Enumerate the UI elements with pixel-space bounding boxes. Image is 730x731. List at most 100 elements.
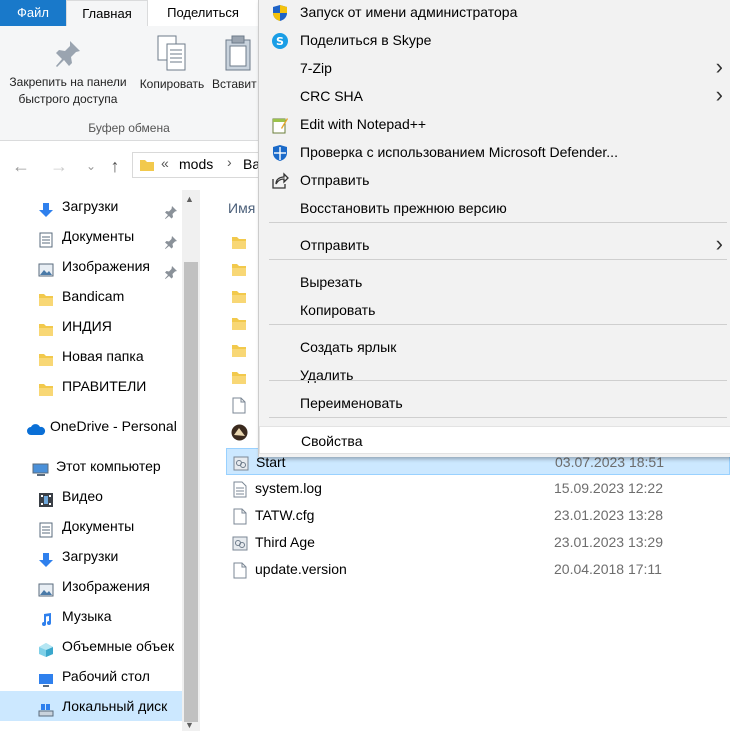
recent-locations-button[interactable]: ⌄ xyxy=(78,150,104,182)
arrow-right-icon: → xyxy=(50,156,68,176)
sidebar-item-quick-5[interactable]: Новая папка xyxy=(38,341,182,371)
context-menu-separator xyxy=(269,417,727,418)
context-menu-item[interactable]: Вырезать xyxy=(259,268,730,296)
context-menu-item[interactable]: Проверка с использованием Microsoft Defe… xyxy=(259,138,730,166)
sidebar-item-label: Загрузки xyxy=(62,548,119,564)
breadcrumb-separator-icon[interactable]: › xyxy=(227,154,232,170)
file-row[interactable]: TATW.cfg 23.01.2023 13:28 xyxy=(226,502,730,529)
address-segment-mods[interactable]: mods xyxy=(179,156,213,172)
context-menu-item[interactable]: Отправить xyxy=(259,166,730,194)
sidebar-item-this-pc[interactable]: Этот компьютер xyxy=(32,451,182,481)
file-name: system.log xyxy=(255,480,322,496)
sidebar-item-label: OneDrive - Personal xyxy=(50,418,177,434)
address-overflow[interactable]: « xyxy=(161,155,169,171)
up-button[interactable]: ↑ xyxy=(102,150,128,182)
folder-icon xyxy=(231,370,247,391)
ribbon: Закрепить на панели быстрого доступа Коп… xyxy=(0,26,258,141)
context-menu-item[interactable]: Копировать xyxy=(259,296,730,324)
context-menu-item-label: Поделиться в Skype xyxy=(300,32,432,48)
sidebar-item-quick-1[interactable]: Документы xyxy=(38,221,182,251)
copy-button[interactable]: Копировать xyxy=(134,34,210,93)
context-menu-item[interactable]: Запуск от имени администратора xyxy=(259,0,730,26)
context-menu-item[interactable]: S Поделиться в Skype xyxy=(259,26,730,54)
sidebar-item-pc-4[interactable]: Музыка xyxy=(38,601,182,631)
folder-icon xyxy=(38,288,54,306)
arrow-up-icon: ↑ xyxy=(110,156,120,176)
sidebar-item-label: Музыка xyxy=(62,608,112,624)
sidebar-item-label: Видео xyxy=(62,488,103,504)
sidebar-item-pc-6[interactable]: Рабочий стол xyxy=(38,661,182,691)
context-menu-item-label: Проверка с использованием Microsoft Defe… xyxy=(300,144,618,160)
context-menu-item[interactable]: Создать ярлык xyxy=(259,333,730,361)
file-row[interactable]: update.version 20.04.2018 17:11 xyxy=(226,556,730,583)
sidebar-item-quick-0[interactable]: Загрузки xyxy=(38,191,182,221)
context-menu-item[interactable]: Удалить xyxy=(259,361,730,389)
scroll-up-icon[interactable]: ▲ xyxy=(185,194,194,204)
sidebar-item-pc-3[interactable]: Изображения xyxy=(38,571,182,601)
skype-icon: S xyxy=(271,31,289,49)
pin-label-2: быстрого доступа xyxy=(18,92,118,106)
sidebar-item-quick-4[interactable]: ИНДИЯ xyxy=(38,311,182,341)
pin-quick-access-button[interactable]: Закрепить на панели быстрого доступа xyxy=(4,34,132,108)
context-menu-item-label: Свойства xyxy=(301,433,363,449)
sidebar-item-label: Объемные объек xyxy=(62,638,175,654)
file-date: 15.09.2023 12:22 xyxy=(554,480,663,496)
sidebar-item-quick-6[interactable]: ПРАВИТЕЛИ xyxy=(38,371,182,401)
sidebar-item-pc-2[interactable]: Загрузки xyxy=(38,541,182,571)
tab-share[interactable]: Поделиться xyxy=(148,0,258,26)
sidebar-scrollbar-thumb[interactable] xyxy=(184,262,198,722)
context-menu-item-label: Копировать xyxy=(300,302,376,318)
column-header-name[interactable]: Имя xyxy=(228,200,255,216)
file-name: update.version xyxy=(255,561,347,577)
svg-text:S: S xyxy=(276,35,284,48)
pin-icon xyxy=(164,259,178,279)
context-menu-item[interactable]: Edit with Notepad++ xyxy=(259,110,730,138)
sidebar-item-quick-3[interactable]: Bandicam xyxy=(38,281,182,311)
chevron-right-icon: › xyxy=(715,54,723,79)
sidebar-item-quick-2[interactable]: Изображения xyxy=(38,251,182,281)
tab-home[interactable]: Главная xyxy=(66,0,148,26)
scroll-down-icon[interactable]: ▼ xyxy=(185,720,194,730)
pictures-icon xyxy=(38,258,54,277)
context-menu-item[interactable]: Переименовать xyxy=(259,389,730,417)
address-bar[interactable]: « mods › Ba xyxy=(132,152,260,178)
context-menu-item[interactable]: 7-Zip › xyxy=(259,54,730,82)
context-menu: Запуск от имени администратора S Поделитьс… xyxy=(258,0,730,457)
sidebar-item-label: Локальный диск xyxy=(62,698,168,714)
sidebar-item-label: Этот компьютер xyxy=(56,458,161,474)
context-menu-item[interactable]: Отправить › xyxy=(259,231,730,259)
copy-label: Копировать xyxy=(139,77,205,91)
context-menu-item[interactable]: Восстановить прежнюю версию xyxy=(259,194,730,222)
sidebar-item-pc-5[interactable]: Объемные объек xyxy=(38,631,182,661)
sidebar-item-label: Документы xyxy=(62,228,135,244)
sidebar-item-label: Изображения xyxy=(62,258,150,274)
sidebar-item-onedrive[interactable]: OneDrive - Personal xyxy=(26,411,182,441)
back-button[interactable]: ← xyxy=(8,150,34,182)
context-menu-item[interactable]: Свойства xyxy=(259,426,730,454)
forward-button[interactable]: → xyxy=(46,150,72,182)
file-date: 20.04.2018 17:11 xyxy=(554,561,662,577)
folder-icon xyxy=(231,262,247,283)
folder-icon xyxy=(231,289,247,310)
context-menu-item-label: Вырезать xyxy=(300,274,363,290)
sidebar-item-pc-1[interactable]: Документы xyxy=(38,511,182,541)
tab-file[interactable]: Файл xyxy=(0,0,66,26)
sidebar-item-pc-0[interactable]: Видео xyxy=(38,481,182,511)
paste-icon xyxy=(225,35,251,71)
file-icon xyxy=(232,507,248,525)
context-menu-item-label: Создать ярлык xyxy=(300,339,397,355)
copy-icon xyxy=(157,35,186,71)
pc-icon xyxy=(32,458,49,476)
context-menu-item[interactable]: CRC SHA › xyxy=(259,82,730,110)
context-menu-item-label: Edit with Notepad++ xyxy=(300,116,427,132)
uac-shield-icon xyxy=(271,3,289,21)
context-menu-item-label: Удалить xyxy=(300,367,354,383)
sidebar-item-label: Изображения xyxy=(62,578,150,594)
sidebar-item-pc-7[interactable]: Локальный диск xyxy=(38,691,182,721)
file-row[interactable]: Third Age 23.01.2023 13:29 xyxy=(226,529,730,556)
file-name: Third Age xyxy=(255,534,315,550)
pin-icon xyxy=(164,199,178,219)
folder-icon xyxy=(231,316,247,337)
documents-icon xyxy=(38,228,54,248)
file-row[interactable]: system.log 15.09.2023 12:22 xyxy=(226,475,730,502)
